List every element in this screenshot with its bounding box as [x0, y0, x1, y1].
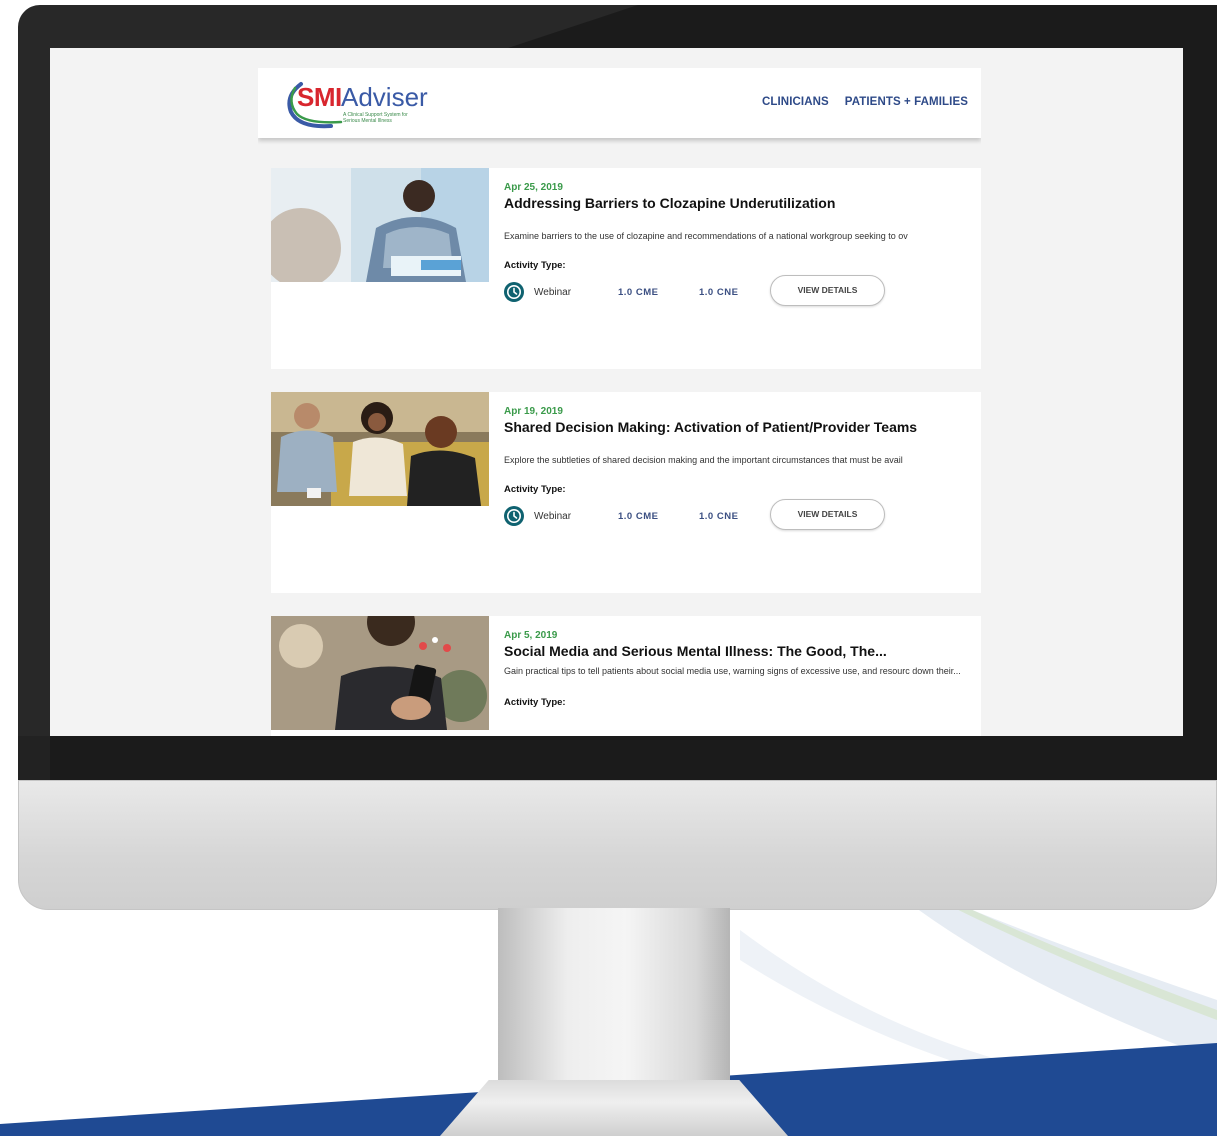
monitor-screen: SMI Adviser A Clinical Support System fo…: [50, 48, 1183, 736]
activity-card-body: Apr 25, 2019 Addressing Barriers to Cloz…: [504, 182, 981, 307]
activity-card-body: Apr 5, 2019 Social Media and Serious Men…: [504, 630, 981, 708]
activity-title[interactable]: Addressing Barriers to Clozapine Underut…: [504, 195, 981, 211]
activity-meta: Webinar 1.0 CME 1.0 CNE VIEW DETAILS: [504, 499, 981, 531]
activity-card: Apr 19, 2019 Shared Decision Making: Act…: [271, 392, 981, 593]
view-details-button[interactable]: VIEW DETAILS: [770, 275, 885, 306]
activity-card: Apr 5, 2019 Social Media and Serious Men…: [271, 616, 981, 736]
smiadviser-logo[interactable]: SMI Adviser A Clinical Support System fo…: [281, 78, 431, 130]
activity-date: Apr 5, 2019: [504, 630, 558, 641]
activity-type-label: Activity Type:: [504, 484, 566, 495]
activity-title[interactable]: Shared Decision Making: Activation of Pa…: [504, 419, 981, 435]
activity-description: Gain practical tips to tell patients abo…: [504, 666, 961, 676]
monitor-stand-base: [440, 1080, 788, 1136]
clock-icon: [504, 506, 524, 526]
activity-format: Webinar: [534, 287, 572, 298]
activity-meta: Webinar 1.0 CME 1.0 CNE VIEW DETAILS: [504, 275, 981, 307]
cne-credit: 1.0 CNE: [699, 287, 739, 298]
cne-credit: 1.0 CNE: [699, 511, 739, 522]
clock-icon: [504, 282, 524, 302]
logo-tagline: A Clinical Support System for Serious Me…: [343, 112, 408, 124]
activity-format: Webinar: [534, 511, 572, 522]
activity-type-label: Activity Type:: [504, 260, 566, 271]
cme-credit: 1.0 CME: [618, 287, 659, 298]
activity-card: Apr 25, 2019 Addressing Barriers to Cloz…: [271, 168, 981, 369]
main-nav: CLINICIANS PATIENTS + FAMILIES: [762, 96, 968, 108]
activity-title[interactable]: Social Media and Serious Mental Illness:…: [504, 643, 981, 659]
activity-description: Examine barriers to the use of clozapine…: [504, 231, 908, 241]
nav-patients-families[interactable]: PATIENTS + FAMILIES: [845, 96, 968, 108]
logo-adviser-text: Adviser: [341, 82, 428, 112]
activity-description: Explore the subtleties of shared decisio…: [504, 455, 903, 465]
view-details-button[interactable]: VIEW DETAILS: [770, 499, 885, 530]
activity-image-doctor[interactable]: [271, 168, 489, 282]
activity-date: Apr 19, 2019: [504, 406, 563, 417]
activity-card-body: Apr 19, 2019 Shared Decision Making: Act…: [504, 406, 981, 531]
activity-image-meeting[interactable]: [271, 392, 489, 506]
monitor-stand-neck: [498, 908, 730, 1098]
monitor-chin: [18, 780, 1217, 910]
cme-credit: 1.0 CME: [618, 511, 659, 522]
activity-list: Apr 25, 2019 Addressing Barriers to Cloz…: [271, 168, 981, 736]
activity-image-phone[interactable]: [271, 616, 489, 730]
site-header: SMI Adviser A Clinical Support System fo…: [258, 68, 981, 138]
activity-date: Apr 25, 2019: [504, 182, 563, 193]
logo-smi-text: SMI: [297, 82, 342, 112]
nav-clinicians[interactable]: CLINICIANS: [762, 96, 829, 108]
activity-type-label: Activity Type:: [504, 697, 566, 708]
website: SMI Adviser A Clinical Support System fo…: [258, 68, 981, 736]
